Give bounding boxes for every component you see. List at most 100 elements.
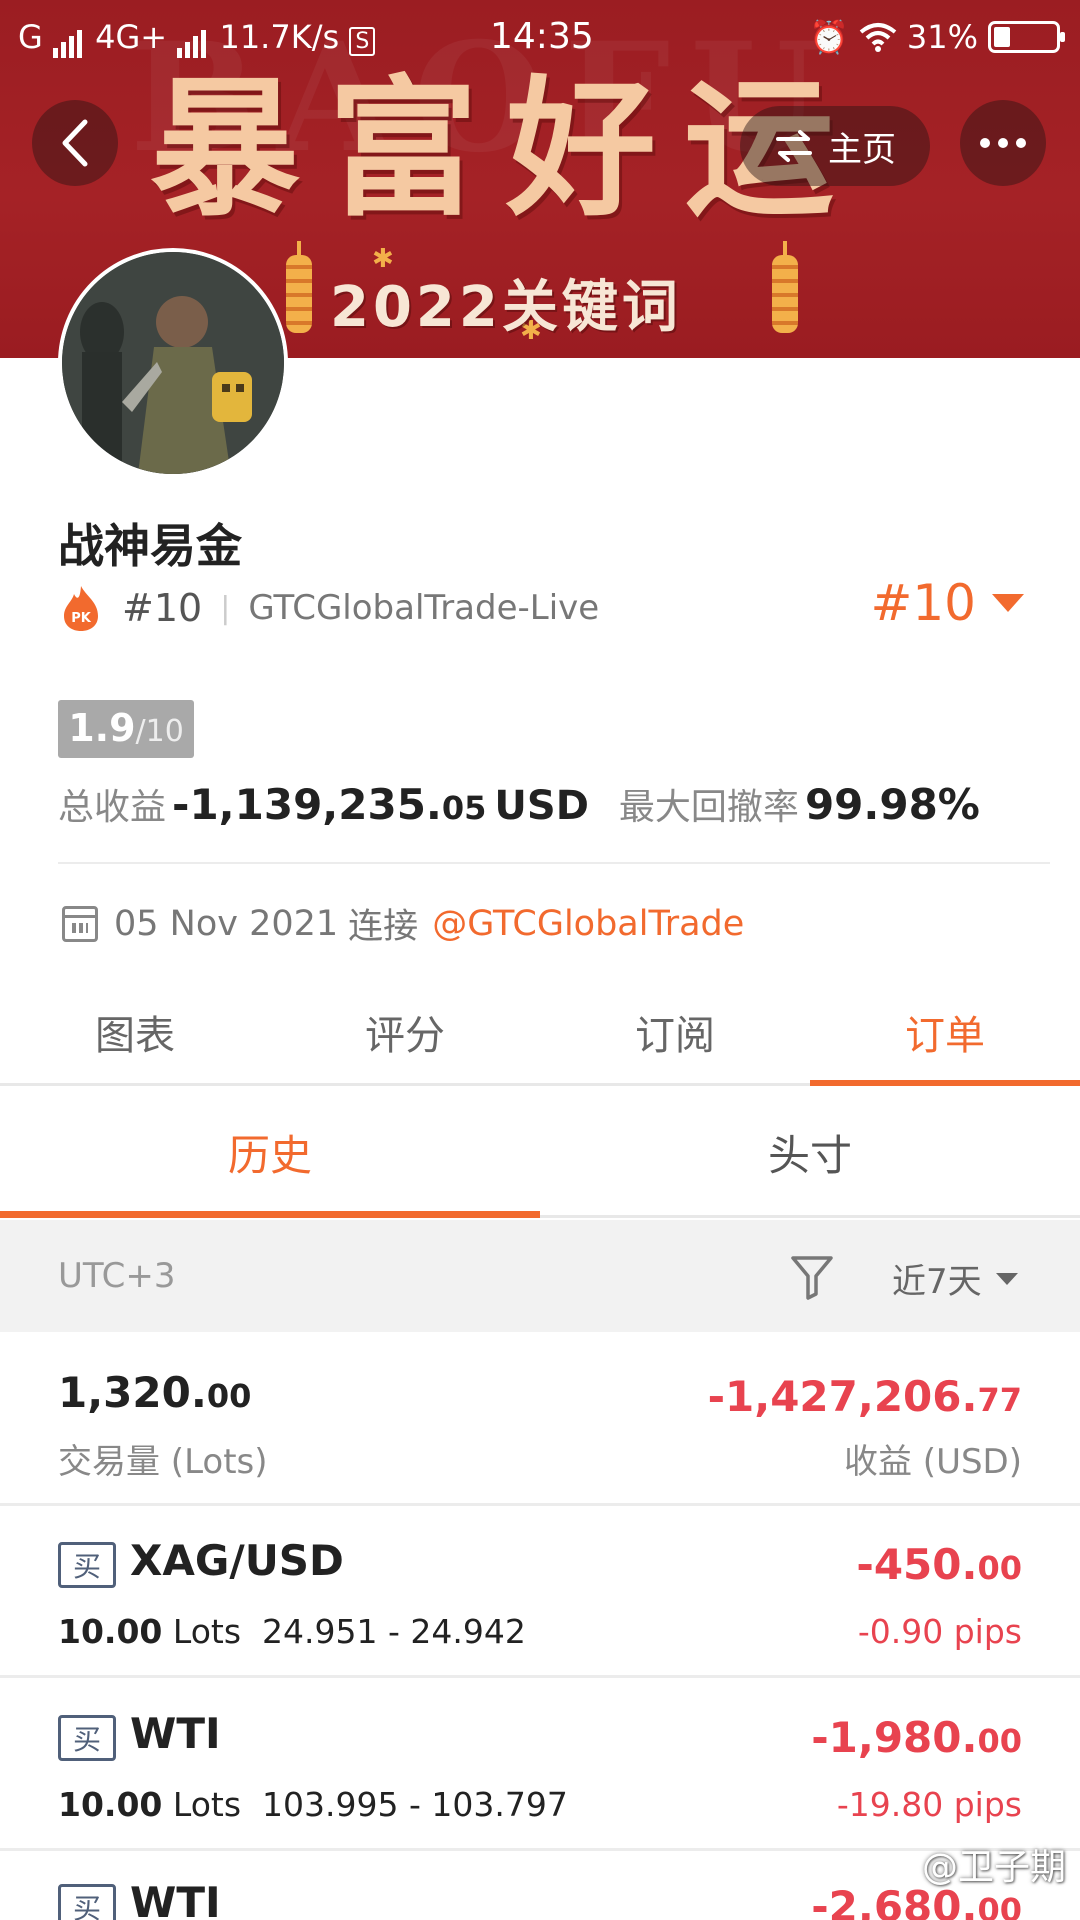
status-bar: G 4G+ 11.7K/s S 14:35 ⏰ 31% <box>0 0 1080 72</box>
order-profit-dec: 00 <box>977 1722 1022 1760</box>
caret-down-icon <box>995 1272 1018 1285</box>
lantern-right-icon <box>772 241 798 333</box>
status-left: G 4G+ 11.7K/s S <box>18 18 376 58</box>
avatar[interactable] <box>58 248 288 478</box>
total-history-profit-int: -1,427,206. <box>707 1372 978 1421</box>
trader-name: 战神易金 <box>58 519 242 573</box>
total-lots-int: 1,320. <box>58 1368 207 1417</box>
order-profit-int: -1,980. <box>811 1713 978 1762</box>
total-profit-label: 总收益 <box>58 787 167 828</box>
order-symbol: XAG/USD <box>130 1536 344 1585</box>
chevron-left-icon <box>62 119 88 167</box>
network-speed: 11.7K/s <box>219 18 340 56</box>
total-lots-dec: 00 <box>206 1377 252 1415</box>
broker-handle-link[interactable]: @GTCGlobalTrade <box>432 904 744 944</box>
total-lots: 1,320.00 <box>58 1368 251 1417</box>
battery-icon <box>988 21 1065 53</box>
score-max: /10 <box>135 714 184 749</box>
total-lots-label: 交易量 (Lots) <box>58 1442 268 1482</box>
wifi-icon <box>859 23 897 52</box>
more-dot-icon <box>980 138 990 148</box>
signal-icon <box>52 20 85 58</box>
date-range-select[interactable]: 近7天 <box>892 1254 1018 1303</box>
side-badge: 买 <box>58 1715 116 1761</box>
total-profit-dec: 05 <box>441 789 487 827</box>
calendar-icon <box>62 905 98 942</box>
order-lots: 10.00 <box>58 1612 163 1651</box>
total-profit-unit: USD <box>494 783 589 829</box>
broker-name: GTCGlobalTrade-Live <box>248 588 600 628</box>
watermark: @卫子期 <box>921 1847 1066 1888</box>
rank-selector-label: #10 <box>870 574 976 632</box>
tab-subscribe[interactable]: 订阅 <box>540 980 810 1083</box>
order-pips: -19.80 pips <box>836 1785 1022 1824</box>
swap-icon <box>776 130 812 162</box>
total-history-profit: -1,427,206.77 <box>708 1372 1022 1421</box>
home-button[interactable]: 主页 <box>740 106 930 186</box>
caret-down-icon <box>992 594 1024 612</box>
score-value: 1.9 <box>68 706 136 750</box>
connection-row: 05 Nov 2021 连接 @GTCGlobalTrade <box>62 898 744 949</box>
home-label: 主页 <box>828 129 896 170</box>
tab-chart[interactable]: 图表 <box>0 980 270 1083</box>
filter-icon[interactable] <box>790 1254 834 1300</box>
signal-icon <box>177 20 209 58</box>
total-profit-value: -1,139,235.05 <box>172 780 486 829</box>
order-symbol: WTI <box>130 1878 221 1920</box>
status-time: 14:35 <box>490 16 594 57</box>
total-history-profit-label: 收益 (USD) <box>844 1442 1022 1482</box>
more-options-button[interactable] <box>960 100 1046 186</box>
divider <box>58 862 1050 864</box>
order-profit: -450.00 <box>856 1540 1022 1589</box>
order-lots-unit: Lots <box>172 1612 242 1651</box>
avatar-image <box>62 252 284 474</box>
drawdown-value: 99.98% <box>804 780 980 829</box>
filter-bar: UTC+3 近7天 <box>0 1220 1080 1332</box>
alarm-icon: ⏰ <box>809 18 849 56</box>
back-button[interactable] <box>32 100 118 186</box>
order-detail: 10.00 Lots 24.951 - 24.942 <box>58 1612 526 1651</box>
date-range-label: 近7天 <box>892 1262 982 1302</box>
tab-rating[interactable]: 评分 <box>270 980 540 1083</box>
tab-history[interactable]: 历史 <box>0 1090 540 1218</box>
total-profit-int: -1,139,235. <box>172 780 442 829</box>
total-history-profit-dec: 77 <box>977 1381 1022 1419</box>
stats-row: 总收益 -1,139,235.05 USD 最大回撤率 99.98% <box>58 778 980 830</box>
svg-text:PK: PK <box>71 611 92 626</box>
tab-positions[interactable]: 头寸 <box>540 1090 1080 1215</box>
order-profit-dec: 00 <box>977 1549 1022 1587</box>
order-prices: 103.995 - 103.797 <box>262 1785 568 1824</box>
carrier-label: G <box>18 18 43 56</box>
order-profit-int: -450. <box>856 1540 978 1589</box>
connection-date: 05 Nov 2021 <box>114 903 339 944</box>
order-detail: 10.00 Lots 103.995 - 103.797 <box>58 1785 568 1824</box>
order-profit: -1,980.00 <box>811 1713 1022 1762</box>
app-notification-icon: S <box>349 27 376 56</box>
rank-separator: | <box>220 590 231 626</box>
order-row[interactable]: 买 WTI 10.00 Lots 103.995 - 103.797 -1,98… <box>0 1679 1080 1851</box>
main-tabs: 图表 评分 订阅 订单 <box>0 980 1080 1086</box>
order-lots: 10.00 <box>58 1785 163 1824</box>
rank-row: PK #10 | GTCGlobalTrade-Live <box>60 580 599 636</box>
order-row[interactable]: 买 WTI -2,680.00 <box>0 1852 1080 1920</box>
order-symbol: WTI <box>130 1709 221 1758</box>
order-lots-unit: Lots <box>172 1785 242 1824</box>
order-pips: -0.90 pips <box>857 1612 1022 1651</box>
connect-label: 连接 <box>348 907 419 947</box>
drawdown-label: 最大回撤率 <box>618 787 799 828</box>
rank-selector[interactable]: #10 <box>870 574 1024 632</box>
network-label: 4G+ <box>95 18 168 56</box>
history-summary: 1,320.00 交易量 (Lots) -1,427,206.77 收益 (US… <box>0 1334 1080 1506</box>
side-badge: 买 <box>58 1884 116 1920</box>
side-badge: 买 <box>58 1542 116 1588</box>
order-profit-dec: 00 <box>977 1891 1022 1920</box>
tab-orders[interactable]: 订单 <box>810 980 1080 1086</box>
more-dot-icon <box>1016 138 1026 148</box>
banner-subtitle: 2022关键词 <box>330 275 682 340</box>
more-dot-icon <box>998 138 1008 148</box>
sub-tabs: 历史 头寸 <box>0 1090 1080 1218</box>
lantern-left-icon <box>286 241 312 333</box>
order-row[interactable]: 买 XAG/USD 10.00 Lots 24.951 - 24.942 -45… <box>0 1506 1080 1678</box>
pk-flame-icon: PK <box>64 586 98 631</box>
status-right: ⏰ 31% <box>809 18 1065 56</box>
